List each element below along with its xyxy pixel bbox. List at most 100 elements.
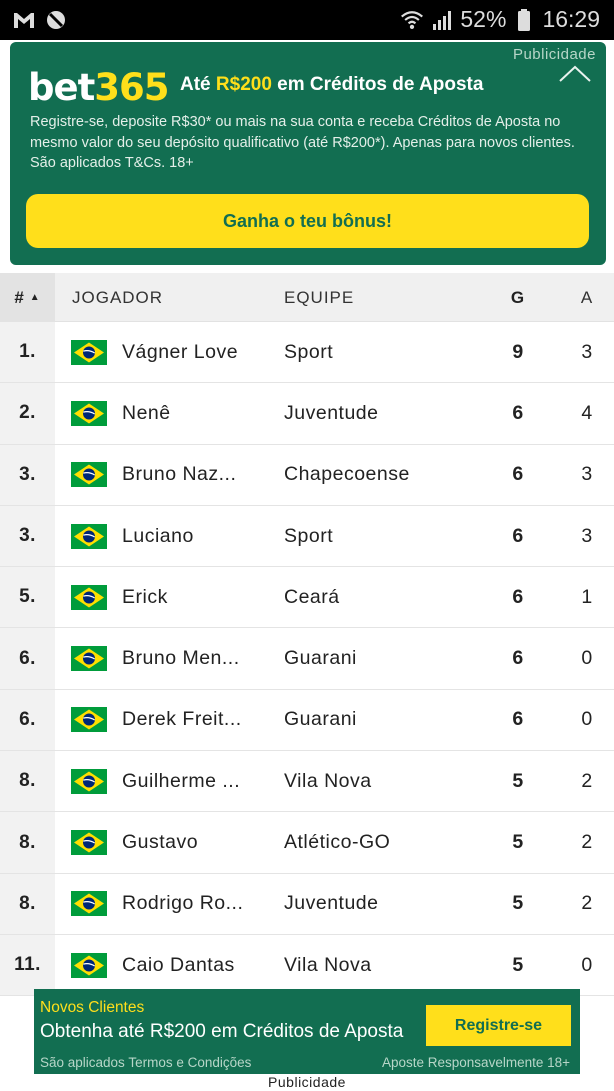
table-row[interactable]: 8. Guilherme ... Vila Nova 5 2 — [0, 751, 614, 813]
brazil-flag-icon — [71, 812, 107, 872]
assists-header[interactable]: A — [569, 273, 605, 322]
screen: 52% 16:29 Publicidade bet365 Até R$200 e… — [0, 0, 614, 1091]
table-header: # ▲ JOGADOR EQUIPE G A — [0, 273, 614, 322]
claim-bonus-button[interactable]: Ganha o teu bônus! — [26, 194, 589, 248]
brazil-flag-icon — [71, 690, 107, 750]
status-left — [12, 8, 68, 32]
goals-header[interactable]: G — [500, 273, 536, 322]
team-cell[interactable]: Ceará — [284, 567, 484, 627]
table-row[interactable]: 2. Nenê Juventude 6 4 — [0, 383, 614, 445]
assists-cell: 0 — [581, 708, 593, 731]
goals-cell: 6 — [512, 524, 524, 547]
goals-cell: 5 — [512, 953, 524, 976]
ad-label: Publicidade — [512, 46, 596, 63]
team-cell[interactable]: Sport — [284, 322, 484, 382]
team-cell[interactable]: Chapecoense — [284, 445, 484, 505]
rank-cell: 8. — [0, 751, 55, 812]
table-body: 1. Vágner Love Sport 9 3 2. Nenê Juventude 6 4 3. B… — [0, 322, 614, 997]
player-header[interactable]: JOGADOR — [72, 273, 163, 322]
player-cell[interactable]: Caio Dantas — [122, 935, 272, 995]
table-row[interactable]: 8. Rodrigo Ro... Juventude 5 2 — [0, 873, 614, 935]
team-cell[interactable]: Vila Nova — [284, 751, 484, 811]
ad-body-text: Registre-se, deposite R$30* ou mais na s… — [30, 114, 575, 171]
assists-cell: 1 — [581, 585, 593, 608]
goals-cell: 6 — [512, 463, 524, 486]
player-cell[interactable]: Bruno Naz... — [122, 445, 272, 505]
sort-asc-icon: ▲ — [29, 292, 41, 303]
table-row[interactable]: 11. Caio Dantas Vila Nova 5 0 — [0, 934, 614, 997]
team-cell[interactable]: Sport — [284, 506, 484, 566]
goals-cell: 5 — [512, 769, 524, 792]
register-button[interactable]: Registre-se — [426, 1005, 571, 1046]
rank-cell: 11. — [0, 934, 55, 996]
goals-cell: 5 — [512, 831, 524, 854]
ad-kicker: Novos Clientes — [40, 999, 145, 1016]
team-header[interactable]: EQUIPE — [284, 273, 354, 322]
table-row[interactable]: 3. Bruno Naz... Chapecoense 6 3 — [0, 444, 614, 506]
table-row[interactable]: 8. Gustavo Atlético-GO 5 2 — [0, 812, 614, 874]
brazil-flag-icon — [71, 445, 107, 505]
team-cell[interactable]: Atlético-GO — [284, 812, 484, 872]
gmail-icon — [12, 8, 36, 32]
goals-cell: 9 — [512, 340, 524, 363]
brazil-flag-icon — [71, 935, 107, 995]
assists-cell: 2 — [581, 831, 593, 854]
assists-cell: 2 — [581, 769, 593, 792]
table-row[interactable]: 6. Bruno Men... Guarani 6 0 — [0, 628, 614, 690]
player-cell[interactable]: Gustavo — [122, 812, 272, 872]
rank-cell: 6. — [0, 689, 55, 751]
team-cell[interactable]: Juventude — [284, 874, 484, 934]
team-cell[interactable]: Juventude — [284, 383, 484, 443]
assists-cell: 4 — [581, 401, 593, 424]
brazil-flag-icon — [71, 751, 107, 811]
goals-cell: 6 — [512, 647, 524, 670]
assists-cell: 0 — [581, 953, 593, 976]
assists-cell: 0 — [581, 647, 593, 670]
team-cell[interactable]: Vila Nova — [284, 935, 484, 995]
rank-cell: 3. — [0, 444, 55, 505]
rank-header[interactable]: # ▲ — [0, 273, 55, 322]
player-cell[interactable]: Vágner Love — [122, 322, 272, 382]
goals-cell: 6 — [512, 401, 524, 424]
status-bar: 52% 16:29 — [0, 0, 614, 40]
rank-cell: 6. — [0, 628, 55, 689]
ad-banner-top[interactable]: Publicidade bet365 Até R$200 em Créditos… — [10, 42, 606, 265]
status-right: 52% 16:29 — [400, 6, 600, 33]
ad-responsible: Aposte Responsavelmente 18+ — [382, 1055, 570, 1070]
clock: 16:29 — [542, 6, 600, 32]
player-cell[interactable]: Rodrigo Ro... — [122, 874, 272, 934]
team-cell[interactable]: Guarani — [284, 628, 484, 688]
ad-label-bottom: Publicidade — [268, 1074, 346, 1090]
table-row[interactable]: 6. Derek Freit... Guarani 6 0 — [0, 689, 614, 752]
table-row[interactable]: 3. Luciano Sport 6 3 — [0, 505, 614, 568]
table-row[interactable]: 1. Vágner Love Sport 9 3 — [0, 322, 614, 384]
battery-percent: 52% — [460, 6, 507, 32]
player-cell[interactable]: Luciano — [122, 506, 272, 566]
signal-icon — [430, 8, 454, 32]
player-cell[interactable]: Derek Freit... — [122, 690, 272, 750]
assists-cell: 2 — [581, 892, 593, 915]
ad-headline: Obtenha até R$200 em Créditos de Aposta — [40, 1021, 404, 1042]
brazil-flag-icon — [71, 322, 107, 382]
brazil-flag-icon — [71, 383, 107, 443]
ad-banner-bottom[interactable]: Novos Clientes Obtenha até R$200 em Créd… — [34, 989, 580, 1074]
collapse-chevron-icon[interactable] — [558, 64, 592, 84]
brazil-flag-icon — [71, 628, 107, 688]
rank-cell: 1. — [0, 322, 55, 383]
player-cell[interactable]: Erick — [122, 567, 272, 627]
bet365-logo: bet365 — [28, 66, 170, 109]
player-cell[interactable]: Nenê — [122, 383, 272, 443]
rank-cell: 8. — [0, 873, 55, 934]
ad-headline: Até R$200 em Créditos de Aposta — [180, 74, 484, 95]
rank-cell: 2. — [0, 383, 55, 444]
table-row[interactable]: 5. Erick Ceará 6 1 — [0, 567, 614, 629]
no-disturb-icon — [44, 8, 68, 32]
player-cell[interactable]: Bruno Men... — [122, 628, 272, 688]
player-cell[interactable]: Guilherme ... — [122, 751, 272, 811]
brazil-flag-icon — [71, 567, 107, 627]
team-cell[interactable]: Guarani — [284, 690, 484, 750]
goals-cell: 5 — [512, 892, 524, 915]
ad-terms: São aplicados Termos e Condições — [40, 1055, 252, 1070]
assists-cell: 3 — [581, 524, 593, 547]
brazil-flag-icon — [71, 506, 107, 566]
